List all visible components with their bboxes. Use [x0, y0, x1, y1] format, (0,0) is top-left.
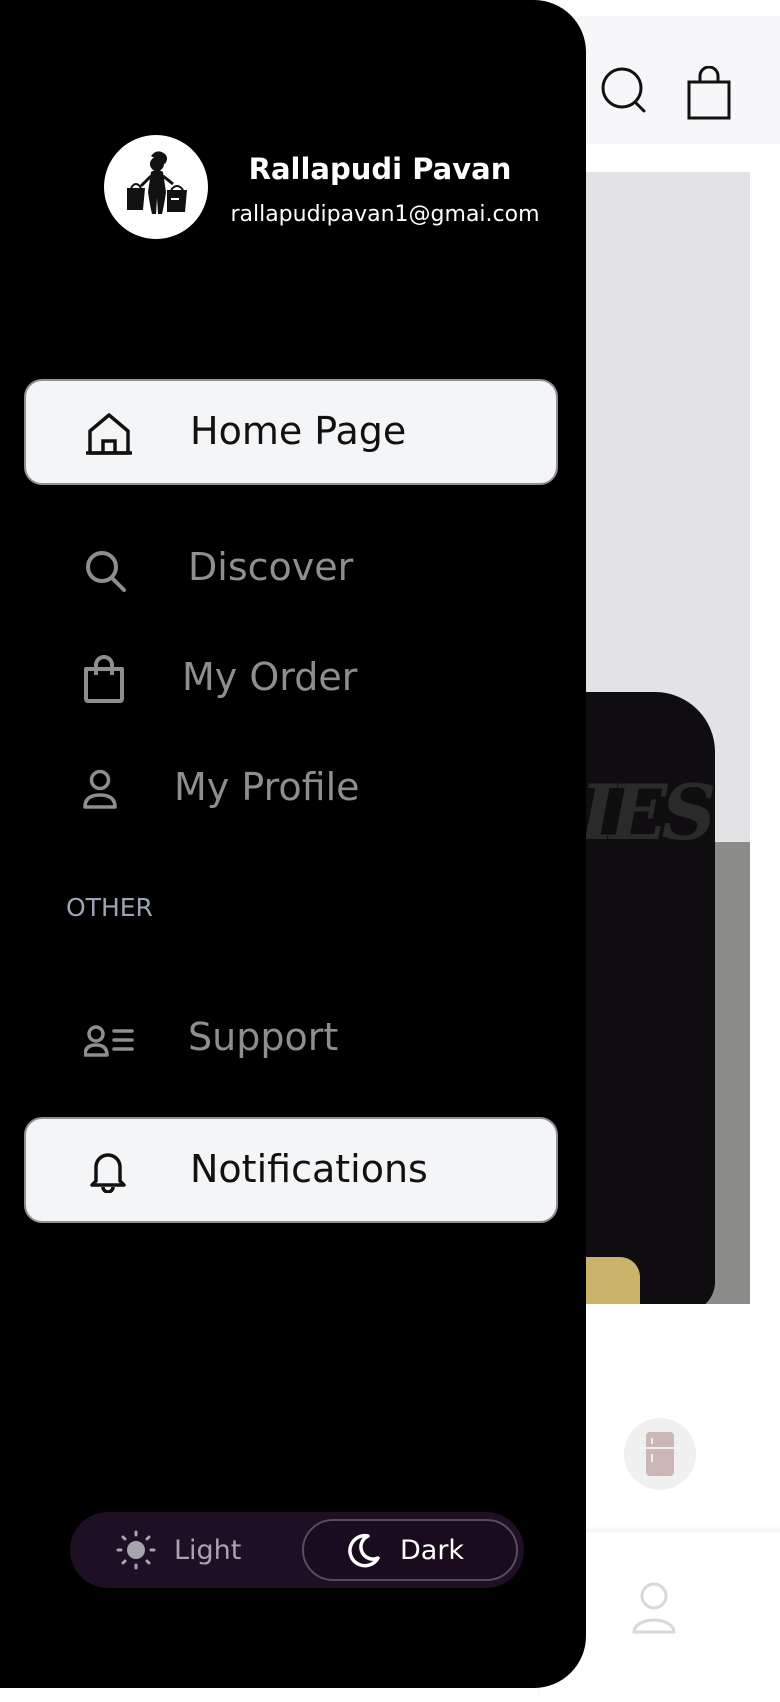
- moon-icon: [344, 1532, 380, 1568]
- cart-bag-icon[interactable]: [686, 65, 732, 124]
- theme-toggle: Light Dark: [70, 1512, 524, 1588]
- avatar[interactable]: [104, 135, 208, 239]
- menu-item-home-page[interactable]: Home Page: [24, 379, 558, 485]
- profile-nav-icon[interactable]: [630, 1580, 678, 1640]
- bell-icon: [88, 1149, 128, 1193]
- theme-dark-label: Dark: [400, 1534, 465, 1566]
- app-header: [560, 16, 780, 144]
- navigation-drawer: Rallapudi Pavan rallapudipavan1@gmai.com…: [0, 0, 586, 1688]
- menu-item-label: Support: [188, 1015, 339, 1059]
- theme-light-label: Light: [174, 1534, 242, 1566]
- menu-item-label: My Profile: [174, 765, 360, 809]
- user-icon: [82, 769, 118, 811]
- search-icon: [84, 549, 128, 593]
- section-label-other: OTHER: [66, 893, 153, 922]
- user-name: Rallapudi Pavan: [248, 152, 512, 186]
- category-fridge-button[interactable]: [624, 1418, 696, 1490]
- menu-item-notifications[interactable]: Notifications: [24, 1117, 558, 1223]
- theme-option-dark[interactable]: Dark: [302, 1519, 518, 1581]
- sun-icon: [116, 1530, 156, 1570]
- menu-item-discover[interactable]: Discover: [24, 517, 558, 623]
- shopping-bag-icon: [82, 655, 126, 703]
- hero-banner-image[interactable]: [580, 172, 750, 1304]
- home-icon: [86, 411, 132, 455]
- menu-item-label: Home Page: [190, 409, 407, 453]
- theme-option-light[interactable]: Light: [116, 1512, 296, 1588]
- contact-list-icon: [84, 1025, 134, 1057]
- menu-item-label: Discover: [188, 545, 354, 589]
- menu-item-support[interactable]: Support: [24, 987, 558, 1093]
- hero-banner-text: IES: [580, 768, 716, 857]
- search-icon[interactable]: [600, 66, 652, 122]
- shopping-woman-icon: [127, 151, 187, 214]
- menu-item-my-order[interactable]: My Order: [24, 627, 558, 733]
- menu-item-label: Notifications: [190, 1147, 428, 1191]
- menu-item-label: My Order: [182, 655, 358, 699]
- menu-item-my-profile[interactable]: My Profile: [24, 737, 558, 843]
- user-email: rallapudipavan1@gmai.com: [230, 202, 540, 227]
